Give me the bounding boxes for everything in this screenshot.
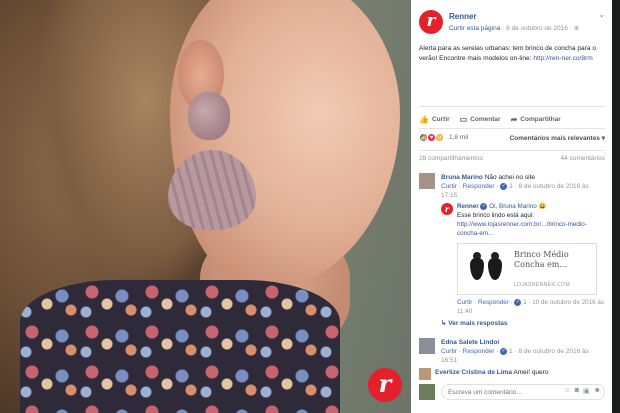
comment-meta: Curtir · Responder · ✓ 1 · 8 de outubro … <box>441 347 589 364</box>
comment-actions[interactable]: Curtir · Responder · <box>441 348 500 355</box>
reactions-bar: 👍 ♥ o 1,8 mil Comentários mais relevante… <box>419 133 605 145</box>
avatar[interactable] <box>419 368 431 380</box>
earring-drop <box>470 258 484 280</box>
reply-link[interactable]: http://www.lojasrenner.com.br/.../brinco… <box>457 221 587 237</box>
reply-actions[interactable]: Curtir · Responder · <box>457 299 514 306</box>
reply-mention[interactable]: Oi, Bruna Marino <box>489 203 537 210</box>
comments-count[interactable]: 44 comentários <box>561 155 605 162</box>
comment-text: Não achei no site <box>482 174 535 181</box>
earring-drop <box>488 258 502 280</box>
post-actions: 👍 Curtir ▭ Comentar ➦ Compartilhar <box>419 112 605 126</box>
chevron-down-icon[interactable]: ⌄ <box>598 10 605 19</box>
page-avatar[interactable]: r <box>419 10 443 34</box>
link-preview-card[interactable]: Brinco Médio Concha em... LOJASRENNER.CO… <box>457 243 597 295</box>
comment-sort-dropdown[interactable]: Comentários mais relevantes ▾ <box>510 134 605 142</box>
comment-body: Everlize Cristina de Lima Amei! quero <box>435 368 605 377</box>
divider <box>419 150 605 151</box>
comment-item: Edna Salete Lindoi Curtir · Responder · … <box>419 338 605 364</box>
post-date[interactable]: · 8 de outubro de 2016 · <box>502 25 572 32</box>
more-replies-link[interactable]: ↳ Ver mais respostas <box>441 319 508 327</box>
share-arrow-icon: ➦ <box>510 114 518 124</box>
reaction-icons[interactable]: 👍 ♥ o <box>419 133 444 142</box>
verified-icon: ✓ <box>480 203 488 210</box>
preview-domain: LOJASRENNER.COM <box>514 282 571 288</box>
comment-item: Everlize Cristina de Lima Amei! quero <box>419 368 605 380</box>
post-photo[interactable]: r <box>0 0 411 413</box>
scrollbar[interactable] <box>612 0 620 413</box>
avatar[interactable] <box>419 173 435 189</box>
reply-text: Esse brinco lindo está aqui: <box>457 211 535 219</box>
emoji-icon[interactable]: ☺ <box>564 387 571 395</box>
reply-item: r Renner ✓ Oi, Bruna Marino 😀 Esse brinc… <box>441 203 605 323</box>
camera-icon[interactable]: ◙ <box>575 387 579 395</box>
sticker-icon[interactable]: ☻ <box>594 387 601 395</box>
share-label: Compartilhar <box>520 115 561 123</box>
commenter-name[interactable]: Edna Salete Lindoi <box>441 339 499 346</box>
comment-button[interactable]: ▭ Comentar <box>460 112 501 126</box>
renner-logo-badge: r <box>368 368 402 402</box>
photo-floral-shirt <box>20 280 340 413</box>
reply-meta: Curtir · Responder · ✓ 1 · 10 de outubro… <box>457 298 605 316</box>
reply-body: Renner ✓ Oi, Bruna Marino 😀 Esse brinco … <box>457 203 605 238</box>
comment-body: Edna Salete Lindoi Curtir · Responder · … <box>441 338 605 365</box>
divider <box>419 106 605 107</box>
comment-label: Comentar <box>470 115 501 123</box>
engagement-counts: 28 compartilhamentos 44 comentários <box>419 155 605 165</box>
page-avatar[interactable]: r <box>441 203 453 215</box>
divider <box>419 128 605 129</box>
post-link[interactable]: http://ren-ner.co/8rm <box>533 55 592 62</box>
gif-icon[interactable]: ▣ <box>583 387 590 395</box>
post-header: r Renner Curtir esta página · 8 de outub… <box>419 10 605 40</box>
post-subline: Curtir esta página · 8 de outubro de 201… <box>449 24 579 32</box>
speech-bubble-icon: ▭ <box>459 114 468 124</box>
like-page-link[interactable]: Curtir esta página <box>449 25 500 32</box>
comment-composer: ☺ ◙ ▣ ☻ <box>419 384 605 402</box>
page-name[interactable]: Renner <box>449 12 477 21</box>
globe-icon: ⊕ <box>573 25 580 32</box>
like-label: Curtir <box>431 115 450 123</box>
shares-count[interactable]: 28 compartilhamentos <box>419 155 483 162</box>
wow-reaction-icon: o <box>435 133 444 142</box>
avatar <box>419 384 435 400</box>
comment-body: Bruna Marino Não achei no site Curtir · … <box>441 173 605 200</box>
thumbs-up-icon: 👍 <box>419 114 429 124</box>
post-panel: r Renner Curtir esta página · 8 de outub… <box>411 0 612 413</box>
commenter-name[interactable]: Everlize Cristina de Lima <box>435 369 512 376</box>
comment-text: Amei! quero <box>511 369 549 376</box>
comment-item: Bruna Marino Não achei no site Curtir · … <box>419 173 605 201</box>
smile-emoji: 😀 <box>538 203 547 211</box>
reaction-count[interactable]: 1,8 mil <box>449 134 468 141</box>
avatar[interactable] <box>419 338 435 354</box>
post-text: Alerta para as sereias urbanas: tem brin… <box>419 44 605 63</box>
commenter-name[interactable]: Bruna Marino <box>441 174 483 181</box>
composer-icons: ☺ ◙ ▣ ☻ <box>564 387 601 395</box>
like-button[interactable]: 👍 Curtir <box>419 112 450 126</box>
comment-actions[interactable]: Curtir · Responder · <box>441 183 500 190</box>
comment-meta: Curtir · Responder · ✓ 3 · 8 de outubro … <box>441 182 589 199</box>
reply-author[interactable]: Renner <box>457 203 479 210</box>
preview-title: Brinco Médio Concha em... <box>514 250 569 269</box>
share-button[interactable]: ➦ Compartilhar <box>511 112 561 126</box>
preview-image <box>458 244 510 294</box>
photo-earring-top <box>188 92 230 140</box>
